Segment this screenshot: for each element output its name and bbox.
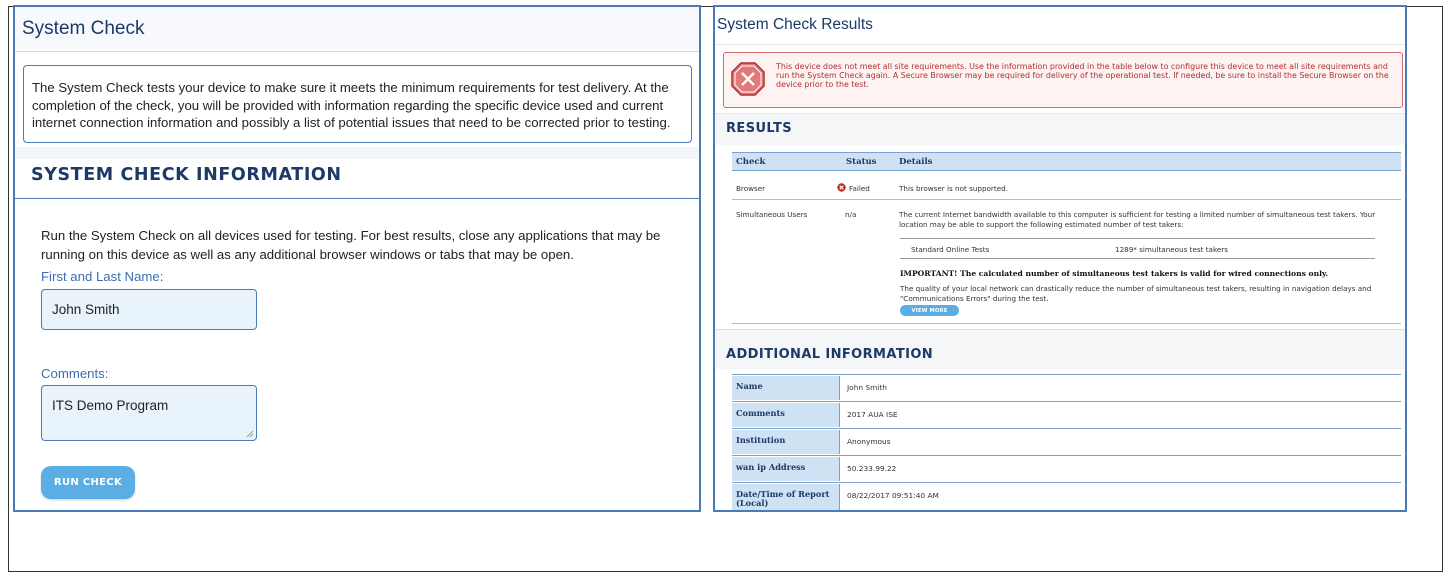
- comments-label: Comments:: [41, 366, 109, 381]
- info-divider: [732, 401, 1401, 402]
- column-header-check: Check: [736, 157, 766, 167]
- info-value: 08/22/2017 09:51:40 AM: [847, 491, 939, 500]
- row-divider: [732, 323, 1401, 324]
- info-row-wan-ip: wan ip Address 50.233.99.22: [732, 457, 1401, 481]
- results-header-band: [715, 113, 1405, 145]
- info-row-report-time: Date/Time of Report (Local) 08/22/2017 0…: [732, 484, 1401, 510]
- row-divider: [732, 199, 1401, 200]
- info-divider: [732, 455, 1401, 456]
- estimate-value: 1289* simultaneous test takers: [1115, 245, 1228, 254]
- results-page-title: System Check Results: [715, 7, 1405, 45]
- row-browser-details: This browser is not supported.: [899, 184, 1008, 193]
- estimate-label: Standard Online Tests: [911, 245, 990, 254]
- system-check-panel: System Check The System Check tests your…: [13, 5, 701, 512]
- row-browser-status: Failed: [849, 184, 870, 193]
- row-browser-check: Browser: [736, 184, 766, 193]
- info-divider: [732, 428, 1401, 429]
- resize-grip-icon[interactable]: [246, 430, 254, 438]
- run-check-button[interactable]: RUN CHECK: [41, 466, 135, 499]
- info-key: Date/Time of Report (Local): [732, 484, 840, 510]
- results-table-header: Check Status Details: [732, 152, 1401, 171]
- view-more-button[interactable]: VIEW MORE: [900, 305, 959, 316]
- info-value: 2017 AUA ISE: [847, 410, 898, 419]
- name-input[interactable]: John Smith: [41, 289, 257, 330]
- row-users-details: The current Internet bandwidth available…: [899, 210, 1376, 229]
- system-check-results-panel: System Check Results This device does no…: [713, 5, 1407, 512]
- info-key: wan ip Address: [732, 457, 840, 481]
- page-title: System Check: [15, 7, 699, 52]
- section-title: SYSTEM CHECK INFORMATION: [15, 159, 699, 199]
- info-divider: [732, 374, 1401, 375]
- error-circle-icon: [837, 183, 846, 192]
- column-header-details: Details: [899, 157, 933, 167]
- info-key: Comments: [732, 403, 840, 427]
- info-row-comments: Comments 2017 AUA ISE: [732, 403, 1401, 427]
- info-key: Institution: [732, 430, 840, 454]
- important-note: IMPORTANT! The calculated number of simu…: [900, 269, 1329, 278]
- stop-x-icon: [731, 62, 765, 96]
- instructions-text: Run the System Check on all devices used…: [41, 228, 661, 262]
- info-key: Name: [732, 376, 840, 400]
- info-row-institution: Institution Anonymous: [732, 430, 1401, 454]
- section-spacer: [15, 147, 699, 159]
- alert-message: This device does not meet all site requi…: [776, 62, 1389, 89]
- results-title: RESULTS: [726, 121, 792, 136]
- name-label: First and Last Name:: [41, 269, 164, 284]
- row-users-check: Simultaneous Users: [736, 210, 808, 219]
- row-users-status: n/a: [845, 210, 857, 219]
- error-alert: This device does not meet all site requi…: [723, 52, 1403, 108]
- additional-info-title: ADDITIONAL INFORMATION: [726, 347, 934, 362]
- info-value: 50.233.99.22: [847, 464, 897, 473]
- comments-value: ITS Demo Program: [52, 398, 169, 413]
- quality-note: The quality of your local network can dr…: [900, 284, 1372, 303]
- comments-textarea[interactable]: ITS Demo Program: [41, 385, 257, 441]
- info-row-name: Name John Smith: [732, 376, 1401, 400]
- estimate-table: Standard Online Tests 1289* simultaneous…: [900, 238, 1375, 259]
- intro-box: The System Check tests your device to ma…: [23, 65, 692, 143]
- column-header-status: Status: [846, 157, 877, 167]
- info-value: John Smith: [847, 383, 887, 392]
- info-divider: [732, 482, 1401, 483]
- info-value: Anonymous: [847, 437, 891, 446]
